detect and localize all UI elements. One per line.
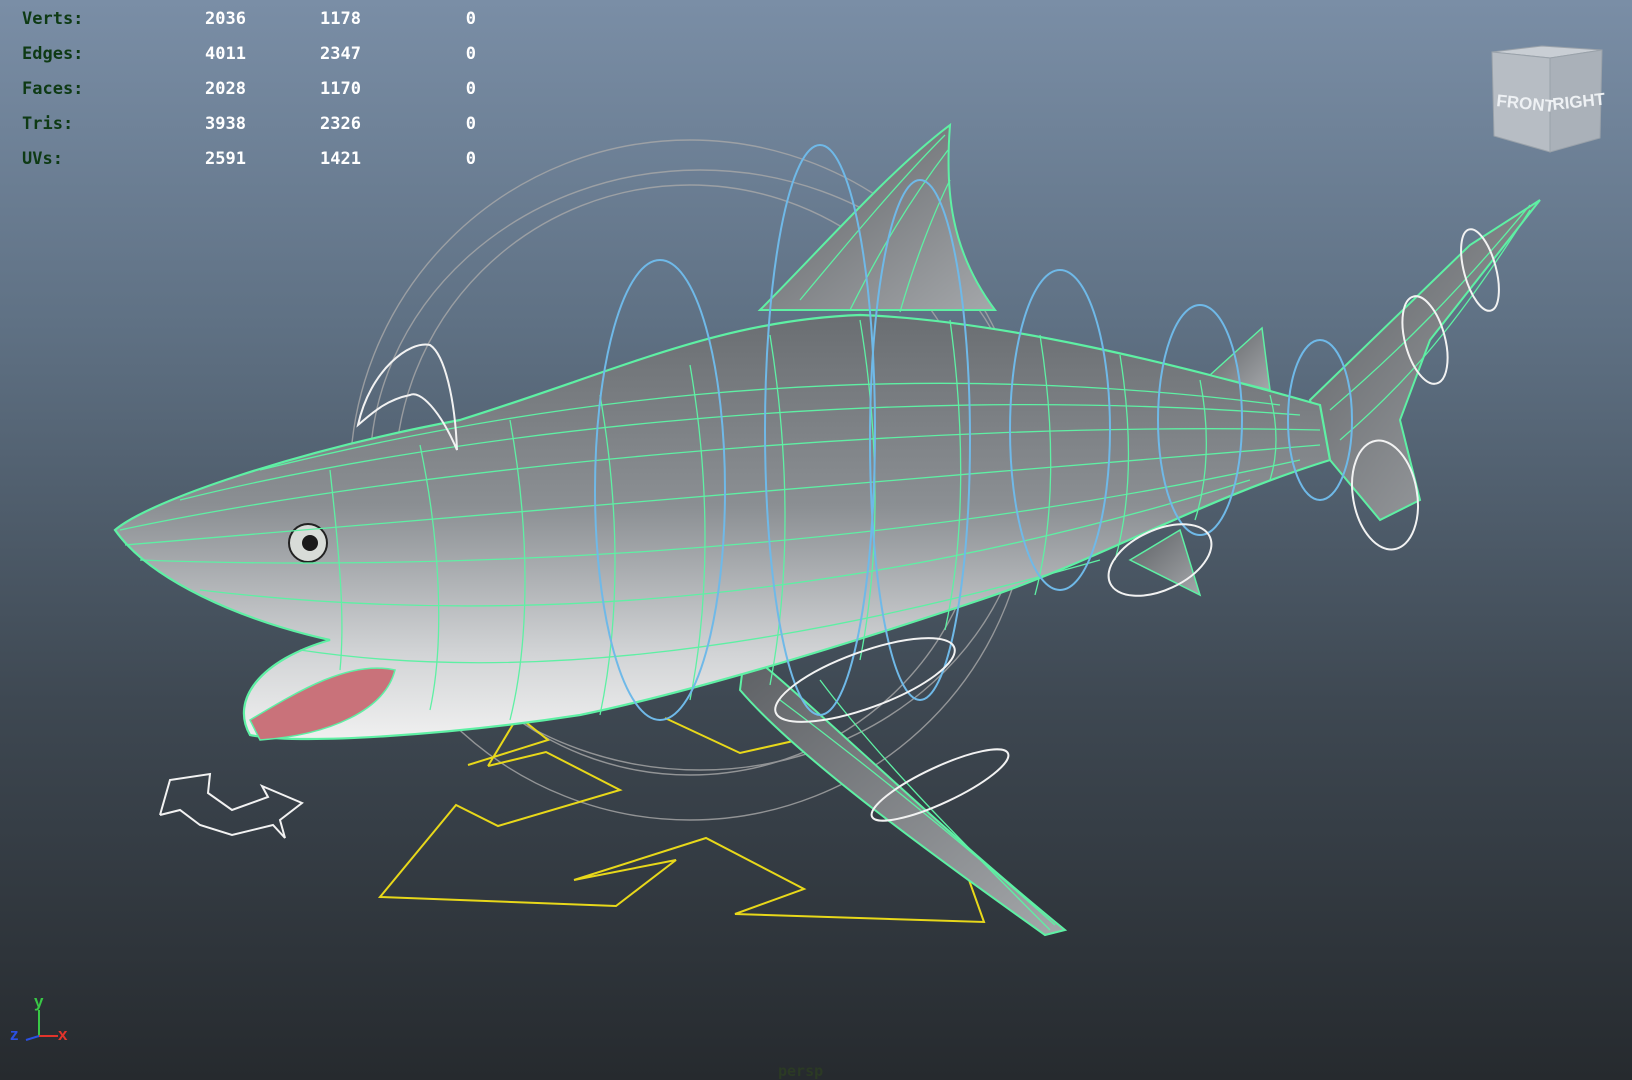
hud-row-tris: Tris: 3938 2326 0 [22, 107, 482, 142]
hud-label: UVs: [22, 149, 63, 169]
hud-value: 2326 [320, 114, 361, 134]
x-axis-label: x [58, 1025, 68, 1044]
shark-mesh[interactable] [113, 122, 1541, 937]
hud-row-faces: Faces: 2028 1170 0 [22, 72, 482, 107]
hud-row-edges: Edges: 4011 2347 0 [22, 37, 482, 72]
hud-value: 3938 [205, 114, 246, 134]
hud-value: 0 [465, 79, 476, 99]
camera-name-label: persp [778, 1062, 824, 1080]
hud-value: 2028 [205, 79, 246, 99]
hud-label: Faces: [22, 79, 84, 99]
hud-value: 4011 [205, 44, 246, 64]
hud-value: 1170 [320, 79, 361, 99]
poly-count-hud: Verts: 2036 1178 0 Edges: 4011 2347 0 Fa… [22, 2, 482, 177]
z-axis-label: z [10, 1025, 19, 1044]
hud-value: 1178 [320, 9, 361, 29]
hud-label: Tris: [22, 114, 74, 134]
hud-value: 0 [465, 44, 476, 64]
hud-value: 0 [465, 149, 476, 169]
view-cube[interactable]: FRONT RIGHT [1484, 40, 1609, 155]
hud-value: 0 [465, 9, 476, 29]
hud-value: 2036 [205, 9, 246, 29]
hud-value: 2591 [205, 149, 246, 169]
z-axis-line [25, 1035, 40, 1041]
hud-label: Verts: [22, 9, 84, 29]
rotate-arrow-icon [159, 772, 304, 839]
viewport-persp[interactable]: Verts: 2036 1178 0 Edges: 4011 2347 0 Fa… [0, 0, 1632, 1080]
hud-label: Edges: [22, 44, 84, 64]
hud-value: 1421 [320, 149, 361, 169]
hud-row-uvs: UVs: 2591 1421 0 [22, 142, 482, 177]
axis-gizmo: y z x [10, 992, 68, 1044]
hud-value: 2347 [320, 44, 361, 64]
y-axis-label: y [34, 992, 44, 1011]
hud-value: 0 [465, 114, 476, 134]
hud-row-verts: Verts: 2036 1178 0 [22, 2, 482, 37]
